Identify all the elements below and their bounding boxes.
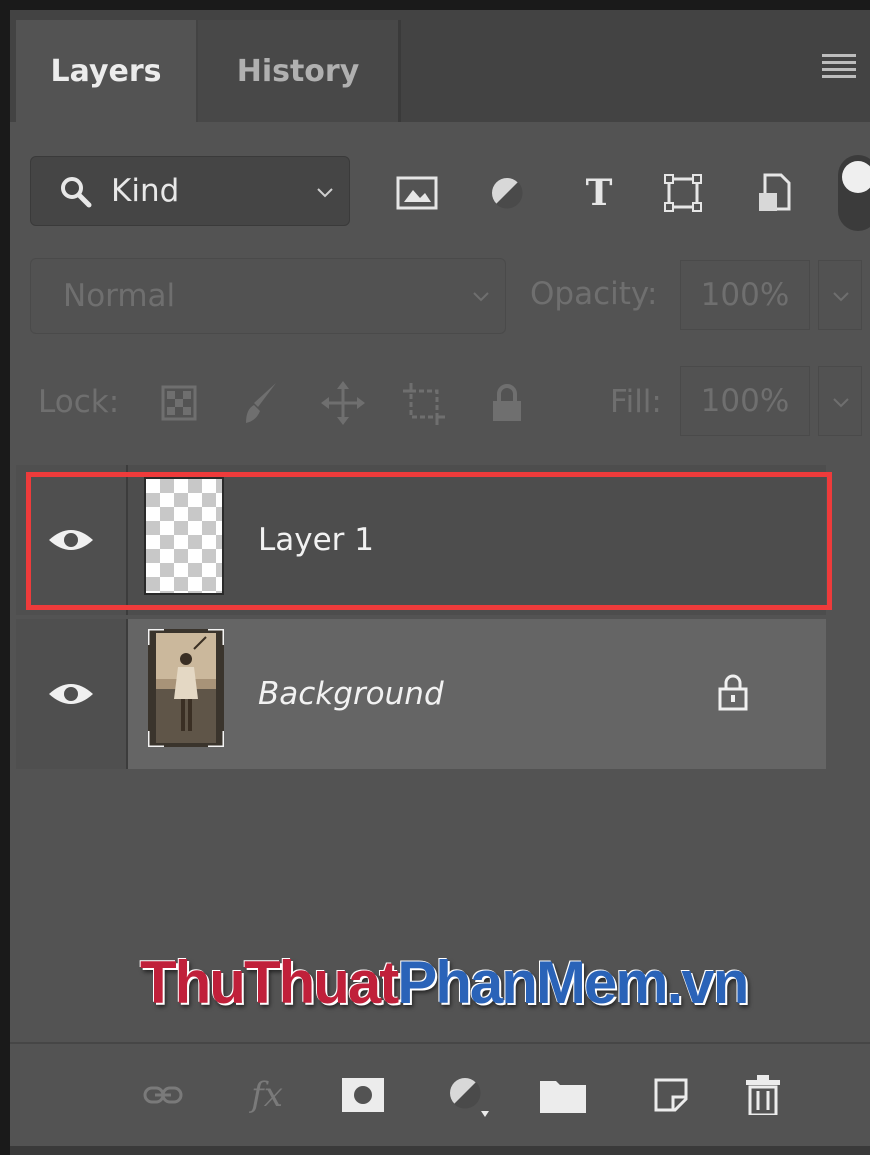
lock-label: Lock: — [38, 384, 120, 420]
visibility-toggle[interactable] — [16, 619, 126, 769]
panel-resize-strip[interactable] — [10, 1146, 870, 1155]
filter-kind-label: Kind — [111, 173, 180, 209]
background-thumbnail — [148, 629, 224, 747]
tab-history[interactable]: History — [198, 20, 398, 122]
shape-filter-icon[interactable] — [660, 170, 706, 216]
adjustment-layer-icon[interactable] — [442, 1070, 492, 1120]
opacity-field[interactable]: 100% — [680, 260, 810, 330]
image-filter-icon[interactable] — [394, 170, 440, 216]
opacity-dropdown-button[interactable] — [818, 260, 862, 330]
lock-transparent-pixels-icon[interactable] — [156, 380, 202, 426]
chevron-down-icon — [317, 188, 333, 198]
smart-object-filter-icon[interactable] — [752, 170, 798, 216]
fill-dropdown-button[interactable] — [818, 366, 862, 436]
tab-layers[interactable]: Layers — [16, 20, 196, 122]
blend-mode-select[interactable]: Normal — [30, 258, 506, 334]
blend-mode-label: Normal — [63, 278, 176, 314]
type-filter-icon[interactable]: T — [576, 170, 622, 216]
link-layers-icon[interactable] — [138, 1070, 188, 1120]
delete-layer-icon[interactable] — [738, 1070, 788, 1120]
tab-divider — [398, 20, 401, 122]
chevron-down-icon — [473, 292, 489, 302]
layers-panel: Layers History Kind T Normal Opacity: 10… — [10, 10, 870, 1155]
opacity-label: Opacity: — [530, 276, 658, 312]
watermark: ThuThuatPhanMem.vn — [140, 948, 749, 1017]
layer-name[interactable]: Background — [258, 619, 444, 769]
lock-icon[interactable] — [716, 671, 750, 711]
layers-bottom-toolbar: fx — [10, 1042, 870, 1146]
eye-icon — [49, 684, 93, 704]
panel-tab-bar: Layers History — [10, 10, 870, 122]
lock-image-pixels-icon[interactable] — [238, 380, 284, 426]
adjustment-filter-icon[interactable] — [484, 170, 530, 216]
filter-kind-select[interactable]: Kind — [30, 156, 350, 226]
chevron-down-icon — [833, 292, 849, 302]
fill-field[interactable]: 100% — [680, 366, 810, 436]
layer-row-background[interactable]: Background — [16, 619, 826, 769]
panel-menu-icon[interactable] — [822, 54, 856, 84]
group-folder-icon[interactable] — [538, 1070, 588, 1120]
lock-artboard-icon[interactable] — [402, 380, 448, 426]
watermark-part-1: ThuThuat — [140, 949, 399, 1016]
fill-label: Fill: — [610, 384, 662, 420]
watermark-part-2: PhanMem.vn — [397, 949, 749, 1016]
search-icon — [61, 177, 92, 208]
selection-highlight-box — [26, 472, 832, 610]
filter-toggle-switch[interactable] — [838, 155, 870, 231]
fx-icon[interactable]: fx — [242, 1070, 292, 1120]
new-layer-icon[interactable] — [646, 1070, 696, 1120]
lock-all-icon[interactable] — [484, 380, 530, 426]
chevron-down-icon — [833, 398, 849, 408]
lock-position-icon[interactable] — [320, 380, 366, 426]
layer-mask-icon[interactable] — [338, 1070, 388, 1120]
